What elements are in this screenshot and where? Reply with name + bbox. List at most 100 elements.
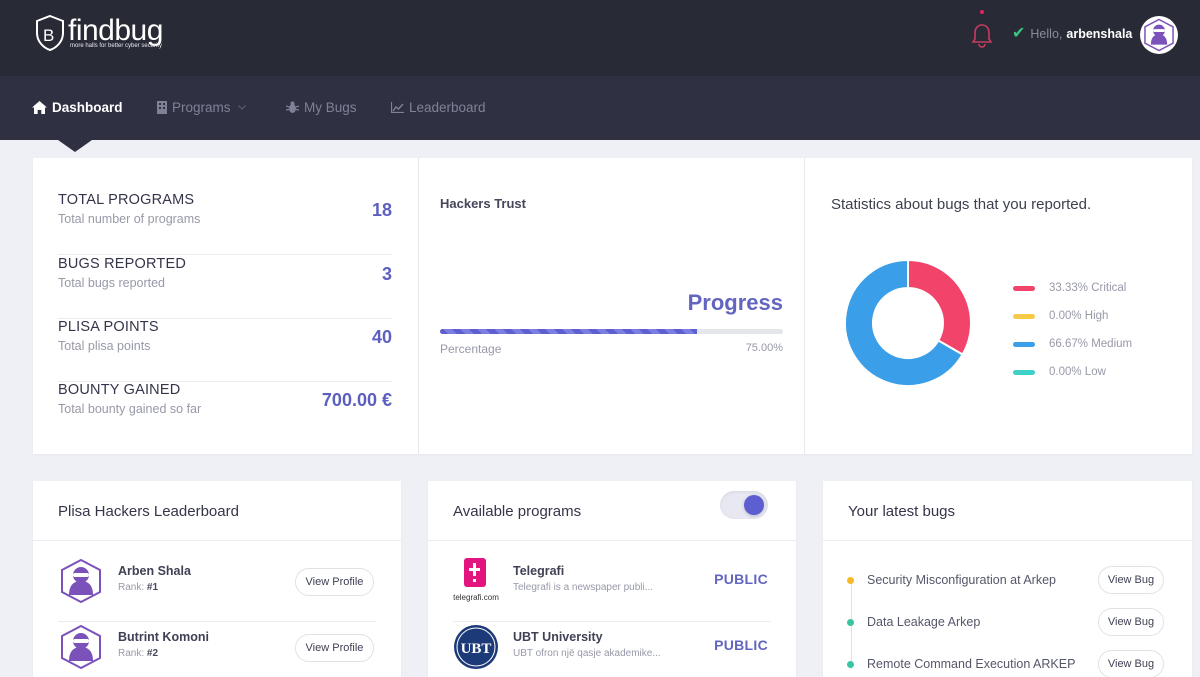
hacker-rank: Rank: #1: [118, 582, 159, 593]
main-nav: Dashboard Programs My Bugs Leaderboard: [0, 76, 1200, 140]
hacker-rank: Rank: #2: [118, 648, 159, 659]
legend-swatch: [1013, 313, 1035, 319]
stat-title: PLISA POINTS: [58, 319, 159, 335]
telegrafi-logo: telegrafi.com: [453, 558, 499, 604]
stat-subtitle: Total bounty gained so far: [58, 402, 202, 416]
stat-value: 700.00 €: [321, 390, 392, 410]
legend-label: 33.33% Critical: [1049, 282, 1127, 294]
toggle-knob: [744, 495, 764, 515]
chevron-down-icon: [237, 105, 246, 110]
home-icon: [32, 101, 47, 114]
user-avatar[interactable]: [1140, 16, 1178, 54]
programs-toggle[interactable]: [720, 491, 768, 519]
program-row[interactable]: UBT UBT University UBT ofron një qasje a…: [453, 624, 771, 677]
shield-logo-icon: B: [34, 14, 66, 52]
view-profile-button[interactable]: View Profile: [295, 568, 374, 596]
check-icon: ✔: [1012, 25, 1026, 42]
trust-progress-bar: [440, 329, 783, 334]
timeline-dot: [847, 576, 854, 584]
legend-label: 0.00% High: [1049, 310, 1109, 322]
view-bug-button[interactable]: View Bug: [1098, 608, 1164, 636]
brand-tagline: more halls for better cyber security: [70, 43, 163, 49]
greeting-text: Hello,: [1030, 27, 1063, 41]
svg-text:B: B: [43, 26, 54, 45]
bug-icon: [286, 101, 299, 114]
ubt-logo: UBT: [453, 624, 499, 670]
legend-item-medium[interactable]: 66.67% Medium: [1013, 330, 1132, 358]
bug-stats-title: Statistics about bugs that you reported.: [831, 196, 1092, 213]
hacker-name: Arben Shala: [118, 564, 191, 578]
timeline-dot: [847, 660, 854, 668]
bug-title: Remote Command Execution ARKEP: [867, 657, 1076, 671]
user-greeting[interactable]: ✔ Hello, arbenshala: [1012, 25, 1133, 42]
legend-label: 66.67% Medium: [1049, 338, 1133, 350]
leaderboard-title: Plisa Hackers Leaderboard: [58, 503, 239, 520]
stat-title: BOUNTY GAINED: [58, 382, 181, 398]
program-description: UBT ofron një qasje akademike...: [513, 648, 661, 659]
legend-item-high[interactable]: 0.00% High: [1013, 302, 1132, 330]
stat-subtitle: Total number of programs: [58, 212, 201, 226]
stat-bugs-reported: BUGS REPORTED Total bugs reported 3: [58, 256, 392, 319]
username: arbenshala: [1066, 27, 1133, 41]
stat-plisa-points: PLISA POINTS Total plisa points 40: [58, 319, 392, 382]
hacker-avatar: [58, 558, 104, 604]
percentage-label: Percentage: [440, 342, 502, 356]
card-header: Your latest bugs: [823, 481, 1192, 541]
nav-label: Dashboard: [52, 100, 123, 115]
stat-subtitle: Total bugs reported: [58, 276, 166, 290]
nav-label: Leaderboard: [409, 100, 486, 115]
card-header: Available programs: [428, 481, 796, 541]
program-visibility-badge: PUBLIC: [714, 571, 768, 587]
stat-title: BUGS REPORTED: [58, 256, 187, 272]
stat-value: 40: [371, 327, 392, 347]
program-name: Telegrafi: [513, 564, 565, 578]
legend-label: 0.00% Low: [1049, 366, 1106, 378]
building-icon: [157, 101, 167, 114]
bell-icon[interactable]: [970, 22, 994, 50]
stat-value: 3: [381, 264, 392, 284]
legend-swatch: [1013, 285, 1035, 291]
card-header: Plisa Hackers Leaderboard: [33, 481, 401, 541]
stat-title: TOTAL PROGRAMS: [58, 192, 195, 208]
programs-title: Available programs: [453, 503, 582, 520]
legend-item-low[interactable]: 0.00% Low: [1013, 358, 1132, 386]
view-bug-button[interactable]: View Bug: [1098, 566, 1164, 594]
legend-item-critical[interactable]: 33.33% Critical: [1013, 274, 1132, 302]
nav-item-my-bugs[interactable]: My Bugs: [286, 100, 357, 115]
stat-value: 18: [371, 200, 392, 220]
nav-label: My Bugs: [304, 100, 357, 115]
bug-title: Security Misconfiguration at Arkep: [867, 573, 1056, 587]
progress-fill: [440, 329, 698, 334]
chart-icon: [391, 102, 404, 113]
top-bar: B findbug more halls for better cyber se…: [0, 0, 1200, 76]
percentage-value: 75.00%: [745, 342, 783, 354]
leaderboard-row: Butrint Komoni Rank: #2 View Profile: [58, 624, 376, 677]
stat-total-programs: TOTAL PROGRAMS Total number of programs …: [58, 192, 392, 255]
view-bug-button[interactable]: View Bug: [1098, 650, 1164, 677]
brand-logo[interactable]: B findbug more halls for better cyber se…: [34, 14, 163, 52]
hacker-name: Butrint Komoni: [118, 630, 209, 644]
program-description: Telegrafi is a newspaper publi...: [513, 582, 654, 593]
stat-bounty-gained: BOUNTY GAINED Total bounty gained so far…: [58, 382, 392, 445]
program-name: UBT University: [513, 630, 603, 644]
leaderboard-card: Plisa Hackers Leaderboard Arben Shala Ra…: [33, 481, 401, 677]
column-divider: [418, 158, 419, 454]
programs-card: Available programs telegrafi.com Telegra…: [428, 481, 796, 677]
bug-stats-legend: 33.33% Critical 0.00% High 66.67% Medium…: [1013, 274, 1132, 386]
column-divider: [804, 158, 805, 454]
bug-title: Data Leakage Arkep: [867, 615, 981, 629]
latest-bugs-card: Your latest bugs Security Misconfigurati…: [823, 481, 1192, 677]
bug-stats-donut-chart: [844, 258, 972, 387]
nav-item-programs[interactable]: Programs: [157, 100, 246, 115]
ubt-logo-text: UBT: [461, 641, 492, 657]
notification-dot: [980, 10, 984, 14]
nav-item-leaderboard[interactable]: Leaderboard: [391, 100, 486, 115]
nav-label: Programs: [172, 100, 231, 115]
view-profile-button[interactable]: View Profile: [295, 634, 374, 662]
stats-card: TOTAL PROGRAMS Total number of programs …: [33, 158, 1192, 454]
latest-bugs-title: Your latest bugs: [848, 503, 956, 520]
leaderboard-row: Arben Shala Rank: #1 View Profile: [58, 558, 376, 622]
program-row[interactable]: telegrafi.com Telegrafi Telegrafi is a n…: [453, 558, 771, 622]
nav-item-dashboard[interactable]: Dashboard: [32, 100, 123, 115]
telegrafi-logo-text: telegrafi.com: [453, 593, 499, 602]
